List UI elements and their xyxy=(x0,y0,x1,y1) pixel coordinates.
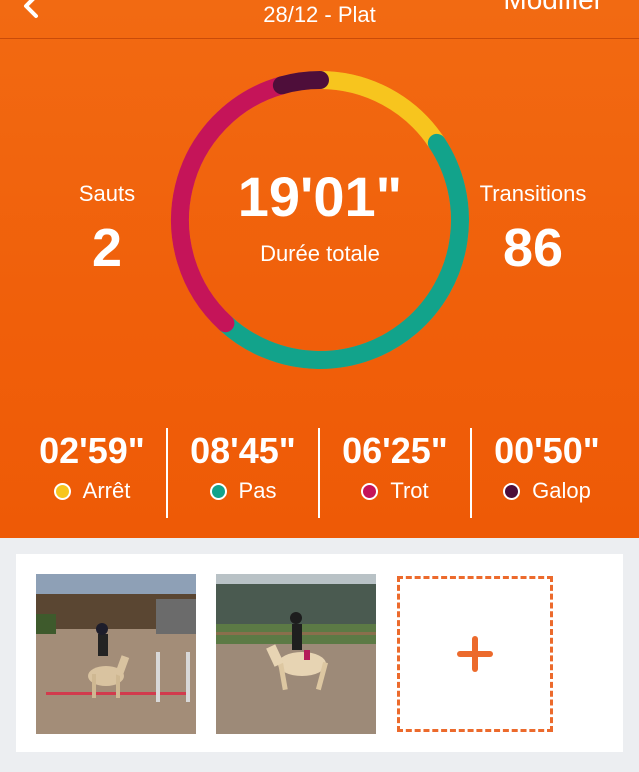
gait-galop: 00'50" Galop xyxy=(472,430,622,504)
top-bar: 28/12 - Plat Modifier xyxy=(0,0,639,39)
session-photo[interactable] xyxy=(36,574,196,734)
total-duration-value: 19'01" xyxy=(237,165,403,228)
jumps-value: 2 xyxy=(91,218,123,278)
gait-color-dot xyxy=(209,482,227,500)
transitions-value: 86 xyxy=(502,218,564,278)
gait-time: 00'50" xyxy=(494,430,600,471)
plus-icon xyxy=(457,636,493,672)
gait-color-dot xyxy=(53,482,71,500)
gait-label: Pas xyxy=(238,478,277,503)
gait-label: Arrêt xyxy=(82,478,131,503)
ring-segment-arrêt xyxy=(311,71,446,152)
gait-time: 08'45" xyxy=(190,430,296,471)
gait-time: 06'25" xyxy=(342,430,448,471)
gait-trot: 06'25" Trot xyxy=(320,430,470,504)
gait-time: 02'59" xyxy=(39,430,145,471)
gait-arret: 02'59" Arrêt xyxy=(17,430,167,504)
jumps-label: Sauts xyxy=(78,181,136,206)
transitions-label: Transitions xyxy=(479,181,587,206)
gait-label: Galop xyxy=(532,478,591,503)
edit-button[interactable]: Modifier xyxy=(503,0,603,16)
photo-jumping xyxy=(36,574,196,734)
total-duration-label: Durée totale xyxy=(260,241,380,266)
gait-label: Trot xyxy=(390,478,429,503)
add-photo-button[interactable] xyxy=(397,576,553,732)
photos-card xyxy=(16,554,623,752)
ring-segment-galop xyxy=(272,71,329,95)
photo-trot xyxy=(216,574,376,734)
jumps-stat: Sauts 2 xyxy=(27,181,187,279)
session-summary: 28/12 - Plat Modifier 19'01" Durée total… xyxy=(0,0,639,538)
gait-pas: 08'45" Pas xyxy=(168,430,318,504)
gait-color-dot xyxy=(361,482,379,500)
transitions-stat: Transitions 86 xyxy=(453,181,613,279)
session-photo[interactable] xyxy=(216,574,376,734)
gait-color-dot xyxy=(503,482,521,500)
